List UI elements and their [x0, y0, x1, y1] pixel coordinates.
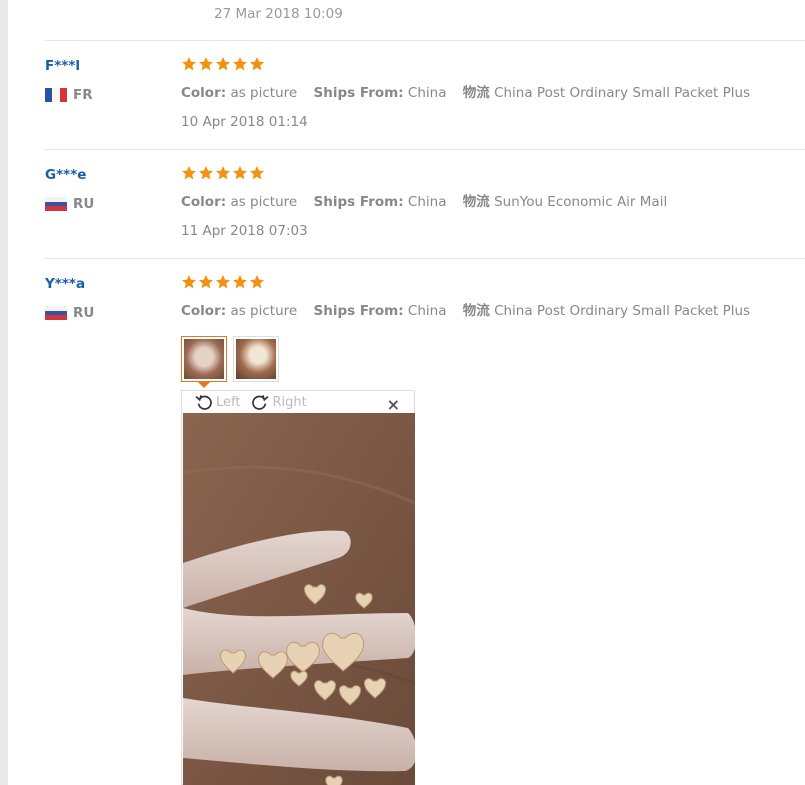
logistics-value: China Post Ordinary Small Packet Plus: [494, 303, 751, 319]
star-icon: [198, 165, 214, 181]
star-rating: [181, 165, 265, 181]
star-icon: [181, 274, 197, 290]
logistics-label: 物流: [462, 194, 490, 210]
reviewer-name[interactable]: G***e: [45, 167, 86, 183]
ships-from-label: Ships From:: [313, 85, 404, 101]
star-icon: [215, 274, 231, 290]
star-icon: [249, 274, 265, 290]
star-rating: [181, 274, 265, 290]
logistics-label: 物流: [462, 303, 490, 319]
order-info: Color: as picture Ships From: China 物流 S…: [181, 190, 667, 210]
review-date: 27 Mar 2018 10:09: [214, 6, 343, 22]
active-thumbnail-pointer: [198, 382, 210, 388]
logistics-value: SunYou Economic Air Mail: [494, 194, 668, 210]
color-value: as picture: [230, 303, 298, 319]
ships-from-value: China: [407, 85, 447, 101]
reviewer-country: RU: [45, 305, 94, 321]
ships-from-value: China: [407, 303, 447, 319]
star-icon: [215, 165, 231, 181]
star-rating: [181, 56, 265, 72]
rotate-left-icon: [195, 395, 212, 410]
reviewer-country: RU: [45, 196, 94, 212]
logistics-value: China Post Ordinary Small Packet Plus: [494, 85, 751, 101]
review-photo-thumbnails: [181, 336, 279, 382]
logistics-label: 物流: [462, 85, 490, 101]
thumbnail-image: [236, 339, 276, 379]
star-icon: [232, 56, 248, 72]
review-date: 11 Apr 2018 07:03: [181, 223, 308, 239]
star-icon: [198, 274, 214, 290]
review-date: 10 Apr 2018 01:14: [181, 114, 308, 130]
star-icon: [232, 274, 248, 290]
star-icon: [249, 165, 265, 181]
star-icon: [181, 56, 197, 72]
color-value: as picture: [230, 85, 298, 101]
star-icon: [198, 56, 214, 72]
color-value: as picture: [230, 194, 298, 210]
reviewer-name[interactable]: F***l: [45, 58, 80, 74]
color-label: Color:: [181, 194, 227, 210]
rotate-right-button[interactable]: Right: [250, 392, 307, 412]
close-icon[interactable]: ×: [387, 395, 400, 414]
color-label: Color:: [181, 303, 227, 319]
ships-from-label: Ships From:: [313, 194, 404, 210]
color-label: Color:: [181, 85, 227, 101]
order-info: Color: as picture Ships From: China 物流 C…: [181, 299, 750, 319]
rotate-right-icon: [252, 395, 269, 410]
star-icon: [232, 165, 248, 181]
photo-thumbnail-active[interactable]: [181, 336, 227, 382]
photo-viewer: Left Right ×: [181, 390, 415, 785]
ships-from-value: China: [407, 194, 447, 210]
country-code: RU: [73, 305, 95, 321]
reviewer-name[interactable]: Y***a: [45, 276, 85, 292]
order-info: Color: as picture Ships From: China 物流 C…: [181, 81, 750, 101]
star-icon: [215, 56, 231, 72]
divider: [45, 40, 805, 41]
thumbnail-image: [184, 339, 224, 379]
flag-ru-icon: [45, 197, 67, 211]
flag-fr-icon: [45, 88, 67, 102]
reviewer-country: FR: [45, 87, 93, 103]
left-strip: [0, 0, 8, 785]
flag-ru-icon: [45, 306, 67, 320]
rotate-left-label: Left: [216, 394, 241, 410]
rotate-left-button[interactable]: Left: [194, 392, 240, 412]
star-icon: [249, 56, 265, 72]
country-code: RU: [73, 196, 95, 212]
viewer-toolbar: Left Right ×: [182, 391, 414, 414]
divider: [45, 149, 805, 150]
rotate-right-label: Right: [272, 394, 307, 410]
star-icon: [181, 165, 197, 181]
country-code: FR: [73, 87, 93, 103]
photo-thumbnail[interactable]: [233, 336, 279, 382]
review-photo: [183, 413, 415, 785]
divider: [45, 258, 805, 259]
ships-from-label: Ships From:: [313, 303, 404, 319]
